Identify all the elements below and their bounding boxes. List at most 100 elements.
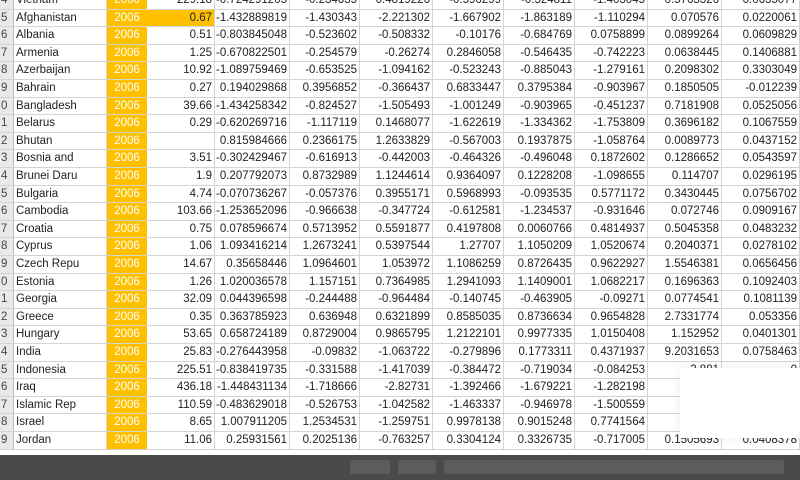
cell-country[interactable]: Vietnam [14, 0, 107, 9]
cell-indicator[interactable]: 0.0437152 [722, 132, 800, 150]
table-row[interactable]: 4 Brunei Daru 2006 1.9 0.207792073 0.8732989 1… [0, 168, 800, 186]
cell-indicator[interactable]: 0.3956852 [290, 80, 360, 97]
cell-country[interactable]: Albania [14, 27, 107, 44]
cell-indicator[interactable]: -1.430343 [290, 9, 360, 27]
cell-indicator[interactable]: 0.0543597 [722, 150, 800, 167]
cell-value[interactable]: 4.74 [147, 185, 215, 203]
cell-indicator[interactable]: -0.084253 [575, 361, 648, 379]
cell-indicator[interactable]: 0.0635077 [722, 0, 800, 9]
cell-indicator[interactable]: 1.2122101 [433, 326, 504, 343]
cell-indicator[interactable]: -1.001249 [433, 97, 504, 115]
cell-indicator[interactable]: 0.3430445 [648, 185, 722, 203]
cell-indicator[interactable]: 0.3304124 [433, 432, 504, 449]
cell-value[interactable]: 110.59 [147, 396, 215, 414]
cell-country[interactable]: Azerbaijan [14, 62, 107, 79]
table-row[interactable]: 1 Belarus 2006 0.29 -0.620269716 -1.117119 0.1… [0, 115, 800, 133]
cell-indicator[interactable]: 0.6833447 [433, 80, 504, 97]
cell-year[interactable]: 2006 [107, 203, 147, 220]
cell-year[interactable]: 2006 [107, 27, 147, 44]
table-row[interactable]: 1 Georgia 2006 32.09 0.044396598 -0.244488 -0.… [0, 291, 800, 309]
cell-value[interactable]: 0.51 [147, 27, 215, 44]
cell-indicator[interactable]: 0.053356 [722, 308, 800, 326]
cell-indicator[interactable]: -0.331588 [290, 361, 360, 379]
cell-country[interactable]: Bosnia and [14, 150, 107, 167]
cell-year[interactable]: 2006 [107, 0, 147, 9]
cell-indicator[interactable]: -0.10176 [433, 27, 504, 44]
cell-indicator[interactable]: 0.1773311 [504, 344, 575, 361]
cell-indicator[interactable]: 0.8726435 [504, 256, 575, 273]
cell-indicator[interactable]: 0.207792073 [215, 168, 290, 185]
cell-indicator[interactable]: 0.044396598 [215, 291, 290, 308]
cell-indicator[interactable]: 0.0638445 [648, 44, 722, 62]
cell-indicator[interactable]: 0.9865795 [360, 326, 433, 343]
cell-indicator[interactable]: 0.4814937 [575, 220, 648, 238]
cell-indicator[interactable]: -0.26274 [360, 44, 433, 62]
cell-year[interactable]: 2006 [107, 150, 147, 167]
cell-indicator[interactable]: -1.718666 [290, 379, 360, 396]
cell-indicator[interactable]: 1.0682217 [575, 273, 648, 291]
cell-indicator[interactable]: -1.434258342 [215, 97, 290, 115]
cell-indicator[interactable]: -1.259751 [360, 414, 433, 431]
cell-country[interactable]: Croatia [14, 220, 107, 238]
cell-indicator[interactable]: -1.253652096 [215, 203, 290, 220]
cell-indicator[interactable]: -0.546435 [504, 44, 575, 62]
cell-value[interactable]: 225.51 [147, 361, 215, 379]
cell-value[interactable]: 436.18 [147, 379, 215, 396]
cell-indicator[interactable]: -1.279161 [575, 62, 648, 79]
cell-value[interactable]: 1.9 [147, 168, 215, 185]
cell-country[interactable]: Cambodia [14, 203, 107, 220]
cell-indicator[interactable]: -0.070736267 [215, 185, 290, 203]
table-row[interactable]: 3 Bosnia and 2006 3.51 -0.302429467 -0.616913… [0, 150, 800, 168]
cell-indicator[interactable]: 1.007911205 [215, 414, 290, 431]
cell-indicator[interactable]: 0.6321899 [360, 308, 433, 326]
cell-value[interactable]: 229.18 [147, 0, 215, 9]
cell-indicator[interactable]: -0.483629018 [215, 396, 290, 414]
cell-indicator[interactable]: -0.244488 [290, 291, 360, 308]
cell-indicator[interactable]: 0.5771172 [575, 185, 648, 203]
cell-indicator[interactable]: -0.347724 [360, 203, 433, 220]
cell-indicator[interactable]: 0.194029868 [215, 80, 290, 97]
cell-indicator[interactable]: -0.719034 [504, 361, 575, 379]
cell-year[interactable]: 2006 [107, 361, 147, 379]
cell-value[interactable]: 3.51 [147, 150, 215, 167]
cell-year[interactable]: 2006 [107, 80, 147, 97]
cell-indicator[interactable]: -0.670822501 [215, 44, 290, 62]
cell-value[interactable]: 25.83 [147, 344, 215, 361]
cell-indicator[interactable]: 0.8732989 [290, 168, 360, 185]
cell-indicator[interactable]: -1.448431134 [215, 379, 290, 396]
table-row[interactable]: 7 Croatia 2006 0.75 0.078596674 0.5713952 0.55… [0, 220, 800, 239]
cell-indicator[interactable]: 0.8729004 [290, 326, 360, 343]
cell-year[interactable]: 2006 [107, 396, 147, 414]
cell-indicator[interactable]: -1.463337 [433, 396, 504, 414]
cell-indicator[interactable]: 0.5397544 [360, 238, 433, 255]
table-row[interactable]: 4 Vietnam 2006 229.18 -0.724291205 -0.234635 0… [0, 0, 800, 10]
cell-indicator[interactable]: 0.0756702 [722, 185, 800, 203]
cell-indicator[interactable]: -0.946978 [504, 396, 575, 414]
cell-indicator[interactable]: 0.0060766 [504, 220, 575, 238]
cell-indicator[interactable]: 0.072746 [648, 203, 722, 220]
table-row[interactable]: 2 Greece 2006 0.35 0.363785923 0.636948 0.6321… [0, 308, 800, 327]
cell-indicator[interactable]: -1.042582 [360, 396, 433, 414]
cell-country[interactable]: Bangladesh [14, 97, 107, 115]
cell-indicator[interactable]: 0.35658446 [215, 256, 290, 273]
cell-indicator[interactable]: 0.3303049 [722, 62, 800, 79]
cell-indicator[interactable]: -1.117119 [290, 115, 360, 132]
cell-value[interactable]: 103.66 [147, 203, 215, 220]
cell-indicator[interactable]: 0.9015248 [504, 414, 575, 431]
cell-indicator[interactable]: 0.658724189 [215, 326, 290, 343]
cell-indicator[interactable]: -1.432889819 [215, 9, 290, 27]
cell-indicator[interactable]: 0.4197808 [433, 220, 504, 238]
cell-indicator[interactable]: -1.094162 [360, 62, 433, 79]
cell-country[interactable]: Belarus [14, 115, 107, 132]
cell-indicator[interactable]: -0.464326 [433, 150, 504, 167]
cell-indicator[interactable]: -2.82731 [360, 379, 433, 396]
cell-indicator[interactable]: 0.815984666 [215, 132, 290, 150]
cell-indicator[interactable]: -0.903967 [575, 80, 648, 97]
cell-year[interactable]: 2006 [107, 432, 147, 449]
cell-indicator[interactable]: -0.724291205 [215, 0, 290, 9]
cell-indicator[interactable]: -0.254579 [290, 44, 360, 62]
cell-country[interactable]: Bulgaria [14, 185, 107, 203]
cell-indicator[interactable]: -0.057376 [290, 185, 360, 203]
cell-indicator[interactable]: -0.742223 [575, 44, 648, 62]
cell-value[interactable]: 8.65 [147, 414, 215, 431]
